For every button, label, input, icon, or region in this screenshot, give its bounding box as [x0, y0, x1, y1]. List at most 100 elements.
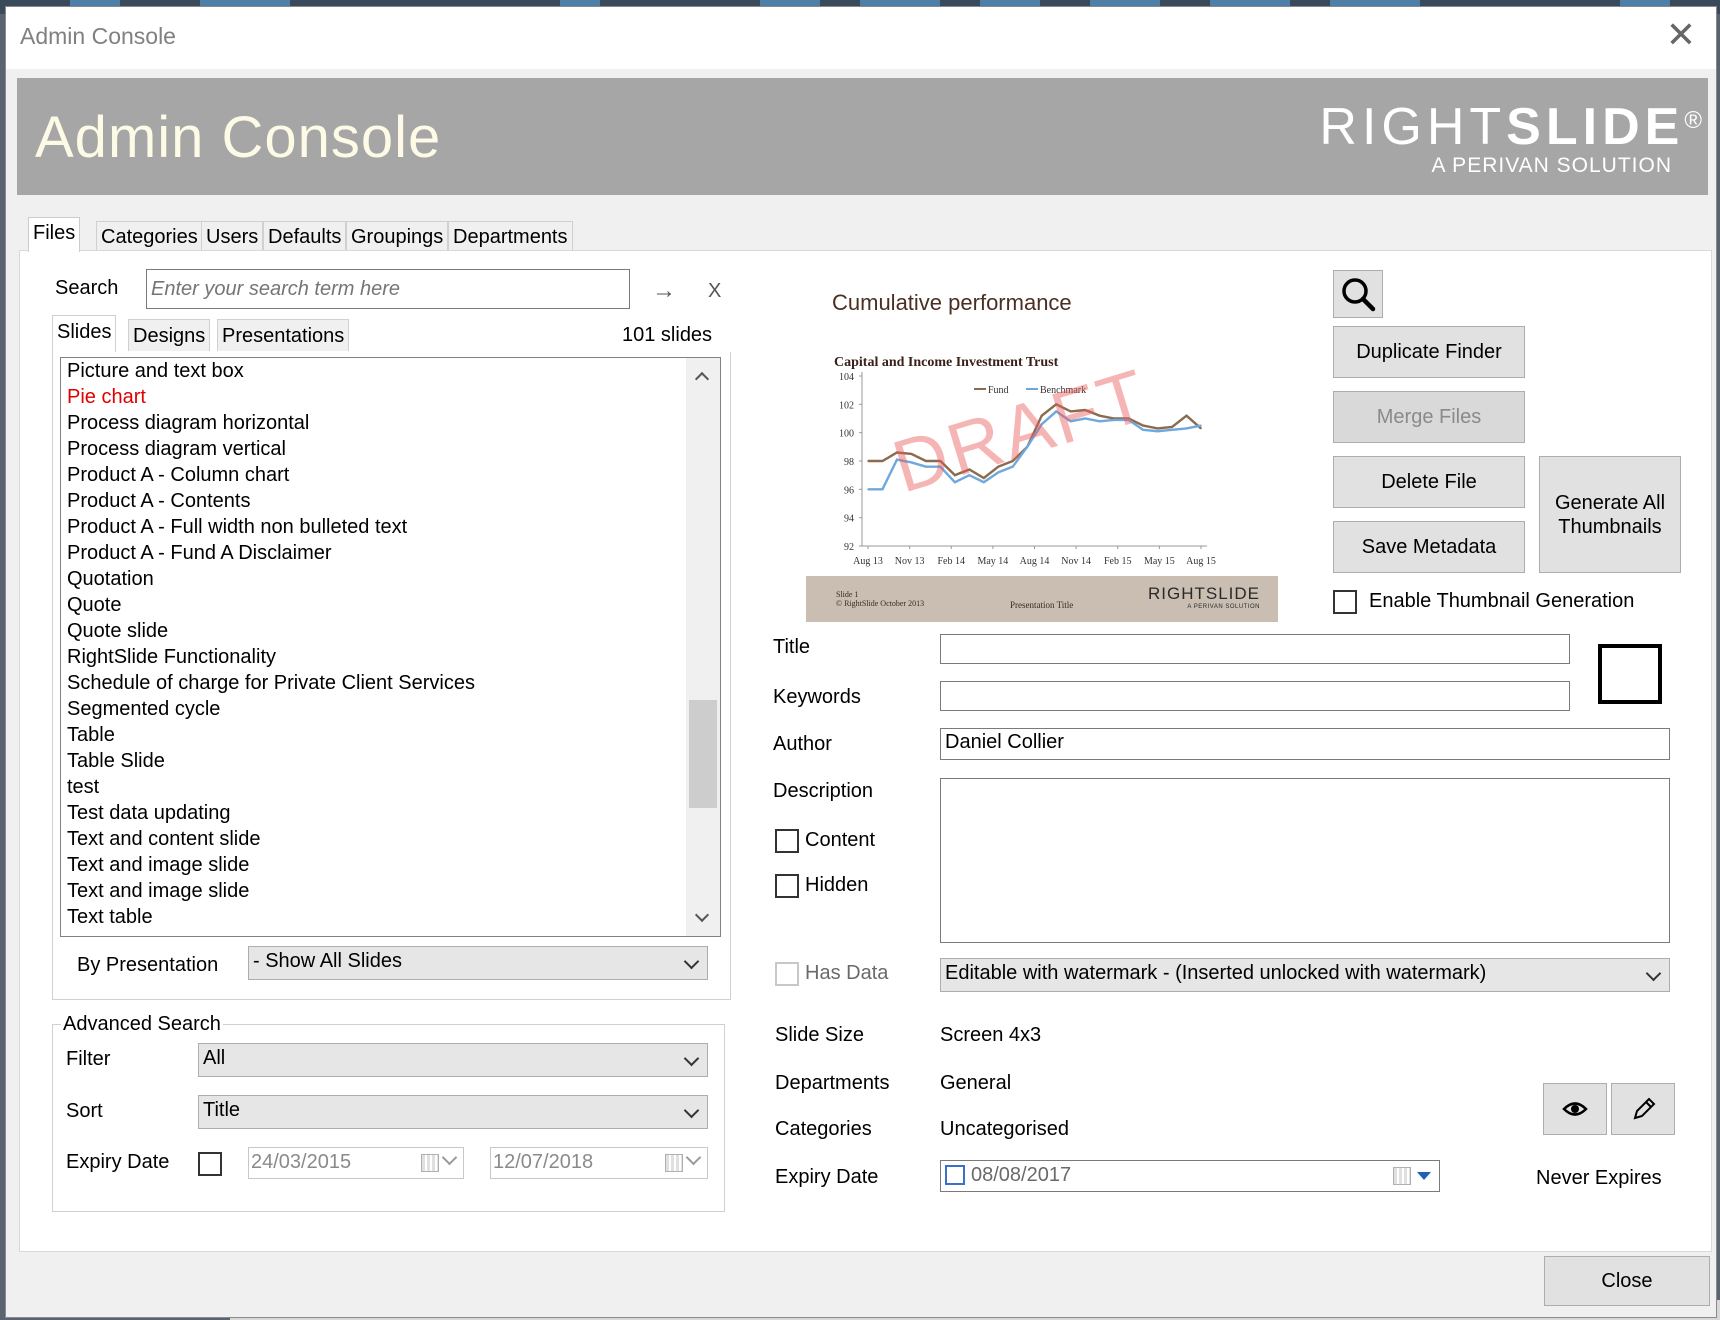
list-item[interactable]: Picture and text box	[61, 358, 720, 384]
y-tick-label: 104	[839, 372, 854, 383]
footer-logo: RIGHTSLIDE A PERIVAN SOLUTION	[1148, 584, 1260, 610]
list-item[interactable]: Process diagram vertical	[61, 436, 720, 462]
advanced-search-title: Advanced Search	[61, 1013, 223, 1036]
scroll-down-icon[interactable]	[694, 907, 710, 923]
by-presentation-select[interactable]: - Show All Slides	[248, 946, 708, 980]
list-item[interactable]: Quotation	[61, 566, 720, 592]
list-item[interactable]: Product A - Column chart	[61, 462, 720, 488]
lock-mode-select[interactable]: Editable with watermark - (Inserted unlo…	[940, 958, 1670, 992]
by-presentation-label: By Presentation	[77, 954, 219, 976]
list-item[interactable]: Text and image slide	[61, 852, 720, 878]
description-field[interactable]	[940, 778, 1670, 943]
tab-groupings[interactable]: Groupings	[346, 221, 449, 251]
tab-presentations[interactable]: Presentations	[217, 319, 350, 351]
scroll-thumb[interactable]	[689, 700, 717, 808]
list-item[interactable]: Product A - Contents	[61, 488, 720, 514]
list-item[interactable]: RightSlide Functionality	[61, 644, 720, 670]
color-swatch[interactable]	[1598, 644, 1662, 704]
keywords-field[interactable]	[940, 681, 1570, 711]
title-field[interactable]	[940, 634, 1570, 664]
list-item[interactable]: Text and content slide	[61, 826, 720, 852]
x-tick-label: Aug 13	[853, 556, 883, 567]
delete-file-button[interactable]: Delete File	[1333, 456, 1525, 508]
expiry-to-date[interactable]: 12/07/2018	[490, 1147, 708, 1179]
expiry-from-date[interactable]: 24/03/2015	[248, 1147, 464, 1179]
enable-thumbnail-label: Enable Thumbnail Generation	[1369, 590, 1635, 612]
list-scrollbar[interactable]	[686, 358, 720, 936]
hidden-checkbox[interactable]	[775, 874, 799, 898]
never-expires-label: Never Expires	[1536, 1167, 1662, 1189]
close-button[interactable]: Close	[1544, 1256, 1710, 1306]
footer-logo-tagline: A PERIVAN SOLUTION	[1187, 604, 1260, 610]
list-item[interactable]: Pie chart	[61, 384, 720, 410]
chevron-down-icon[interactable]	[685, 1149, 702, 1166]
has-data-checkbox[interactable]	[775, 962, 799, 986]
tab-defaults[interactable]: Defaults	[263, 221, 347, 251]
expiry-from-value: 24/03/2015	[251, 1151, 352, 1173]
search-input[interactable]	[146, 269, 630, 309]
calendar-icon[interactable]	[665, 1154, 683, 1172]
merge-files-button[interactable]: Merge Files	[1333, 391, 1525, 443]
list-item[interactable]: Product A - Fund A Disclaimer	[61, 540, 720, 566]
list-item[interactable]: Text table	[61, 904, 720, 930]
search-clear-icon[interactable]: X	[708, 280, 721, 303]
slide-size-label: Slide Size	[775, 1024, 864, 1046]
x-tick-label: Nov 13	[895, 556, 925, 567]
enable-thumbnail-checkbox[interactable]	[1333, 590, 1357, 614]
generate-thumbnails-button[interactable]: Generate All Thumbnails	[1539, 456, 1681, 573]
tab-departments[interactable]: Departments	[448, 221, 573, 251]
content-checkbox[interactable]	[775, 829, 799, 853]
expiry-date-checkbox[interactable]	[945, 1165, 965, 1185]
slides-listbox[interactable]: Picture and text box Pie chart Process dia…	[60, 357, 721, 937]
view-button[interactable]	[1543, 1083, 1607, 1135]
data-point	[1200, 424, 1202, 427]
list-item[interactable]: test	[61, 774, 720, 800]
chevron-down-icon[interactable]	[441, 1149, 458, 1166]
dropdown-arrow-icon[interactable]	[1417, 1172, 1431, 1180]
list-item[interactable]: Table Slide	[61, 748, 720, 774]
logo-tagline: A PERIVAN SOLUTION	[1431, 154, 1672, 177]
logo-registered: ®	[1684, 107, 1702, 134]
author-field[interactable]: Daniel Collier	[940, 728, 1670, 760]
expiry-filter-label: Expiry Date	[66, 1151, 170, 1173]
x-tick-label: Feb 15	[1104, 556, 1132, 567]
edit-button[interactable]	[1611, 1083, 1675, 1135]
calendar-icon[interactable]	[1393, 1167, 1411, 1185]
categories-value: Uncategorised	[940, 1118, 1069, 1140]
list-item[interactable]: Test data updating	[61, 800, 720, 826]
search-icon	[1342, 278, 1376, 312]
list-item[interactable]: Schedule of charge for Private Client Se…	[61, 670, 720, 696]
save-metadata-button[interactable]: Save Metadata	[1333, 521, 1525, 573]
list-item[interactable]: Product A - Full width non bulleted text	[61, 514, 720, 540]
duplicate-finder-button[interactable]: Duplicate Finder	[1333, 326, 1525, 378]
filter-select[interactable]: All	[198, 1043, 708, 1077]
tab-slides[interactable]: Slides	[52, 315, 117, 352]
data-point	[1200, 427, 1202, 430]
chevron-down-icon	[683, 1102, 700, 1119]
sort-select[interactable]: Title	[198, 1095, 708, 1129]
logo-slide: SLIDE	[1506, 98, 1685, 156]
window-close-icon[interactable]: ✕	[1666, 15, 1696, 55]
list-item[interactable]: Text and image slide	[61, 878, 720, 904]
tab-users[interactable]: Users	[201, 221, 264, 251]
footer-copyright: © RightSlide October 2013	[836, 599, 925, 608]
list-item[interactable]: Table	[61, 722, 720, 748]
expiry-filter-checkbox[interactable]	[198, 1152, 222, 1176]
data-point	[1171, 426, 1173, 428]
calendar-icon[interactable]	[421, 1154, 439, 1172]
search-go-icon[interactable]: →	[652, 277, 676, 305]
list-item[interactable]: Process diagram horizontal	[61, 410, 720, 436]
tab-files[interactable]: Files	[28, 217, 81, 252]
y-tick-label: 96	[844, 485, 854, 496]
preview-search-button[interactable]	[1333, 270, 1383, 318]
footer-slide-number: Slide 1	[836, 590, 859, 599]
tab-categories[interactable]: Categories	[96, 221, 203, 251]
list-item[interactable]: Quote	[61, 592, 720, 618]
list-item[interactable]: Segmented cycle	[61, 696, 720, 722]
author-label: Author	[773, 733, 832, 755]
list-item[interactable]: Quote slide	[61, 618, 720, 644]
expiry-date-picker[interactable]: 08/08/2017	[940, 1160, 1440, 1192]
data-point	[1185, 414, 1188, 417]
scroll-up-icon[interactable]	[694, 371, 710, 387]
tab-designs[interactable]: Designs	[128, 319, 211, 351]
